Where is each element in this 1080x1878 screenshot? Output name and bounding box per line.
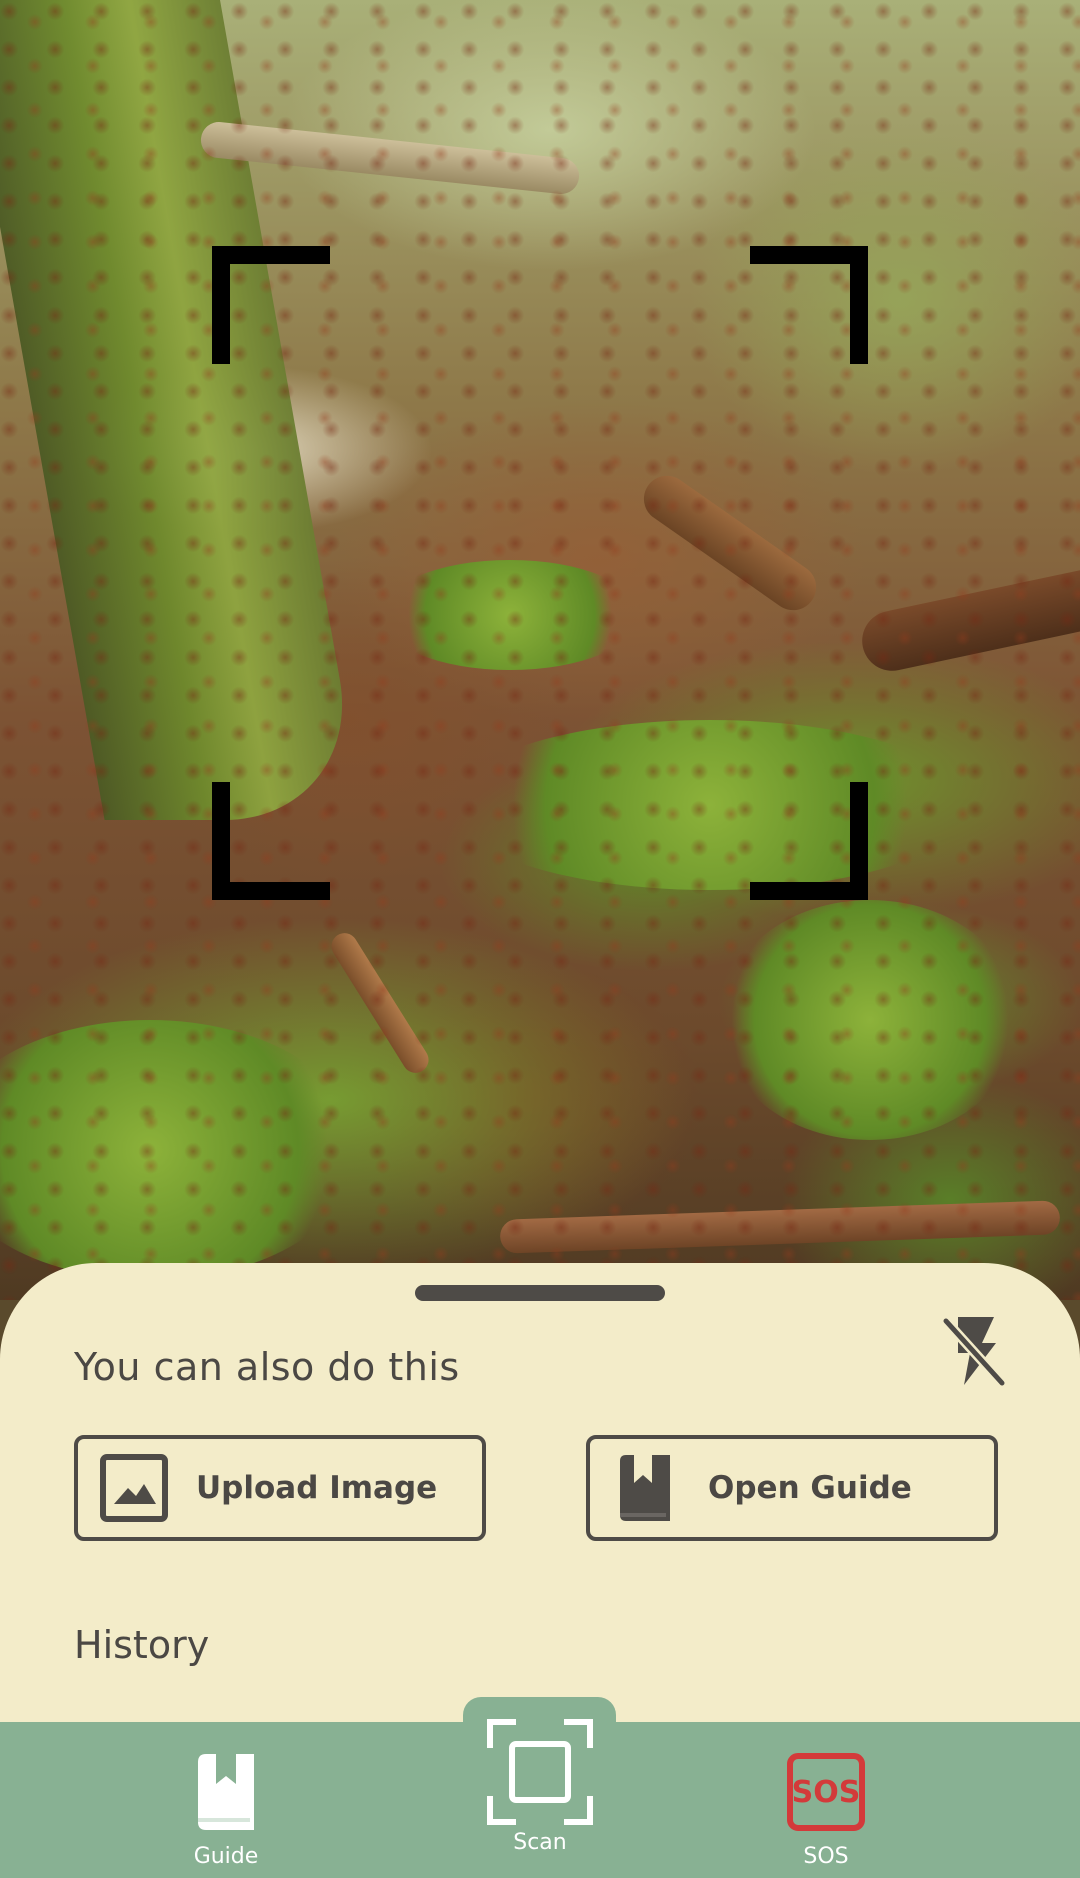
sos-icon-text: SOS <box>792 1775 861 1810</box>
nav-label-scan: Scan <box>513 1830 567 1855</box>
open-guide-label: Open Guide <box>708 1470 912 1506</box>
upload-image-button[interactable]: Upload Image <box>74 1435 486 1541</box>
scan-frame-corner-bottom-right <box>750 782 868 900</box>
history-title: History <box>74 1623 210 1667</box>
scan-icon <box>486 1718 594 1826</box>
nav-label-guide: Guide <box>193 1844 259 1869</box>
book-icon <box>194 1750 258 1834</box>
book-icon <box>612 1454 680 1522</box>
scan-frame-corner-bottom-left <box>212 782 330 900</box>
nav-item-sos[interactable]: SOS SOS <box>726 1722 926 1878</box>
nav-item-scan[interactable]: Scan <box>440 1696 640 1855</box>
sheet-drag-handle[interactable] <box>415 1285 665 1301</box>
camera-viewfinder <box>0 0 1080 1300</box>
open-guide-button[interactable]: Open Guide <box>586 1435 998 1541</box>
scan-frame <box>212 246 868 900</box>
bottom-nav: Guide Scan SOS SOS <box>0 1719 1080 1878</box>
nav-item-guide[interactable]: Guide <box>126 1722 326 1878</box>
flash-off-icon[interactable] <box>938 1313 1008 1389</box>
upload-image-label: Upload Image <box>196 1470 438 1506</box>
nav-label-sos: SOS <box>803 1844 849 1869</box>
scan-frame-corner-top-left <box>212 246 330 364</box>
scan-frame-corner-top-right <box>750 246 868 364</box>
sos-icon: SOS <box>787 1750 865 1834</box>
image-icon <box>100 1454 168 1522</box>
sheet-title: You can also do this <box>74 1345 460 1389</box>
